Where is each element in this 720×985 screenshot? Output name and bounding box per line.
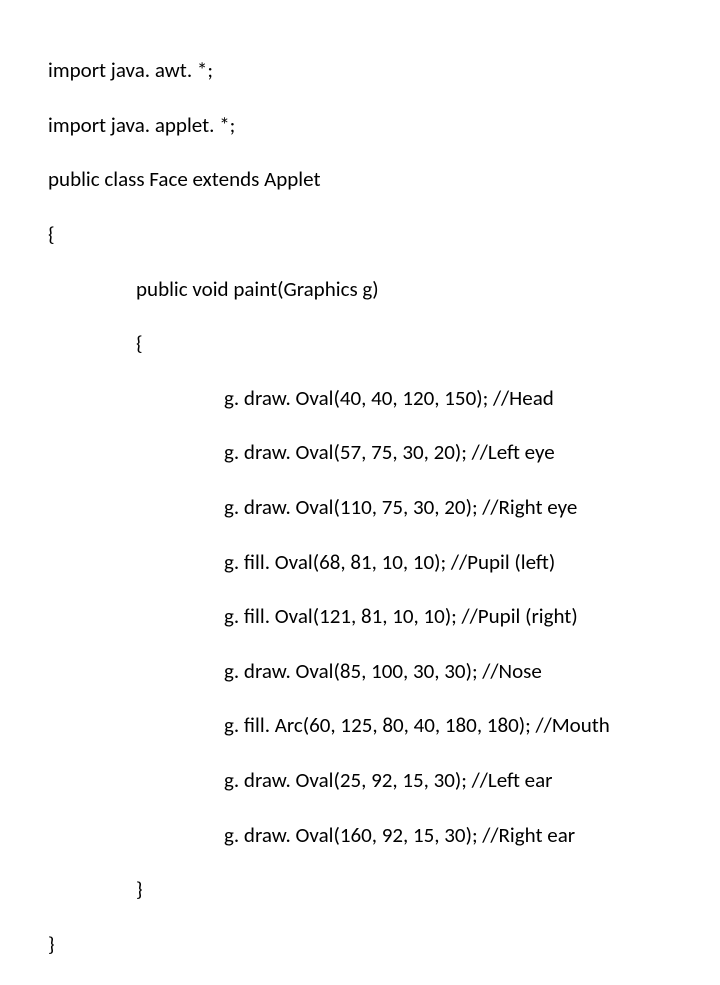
code-line: } (48, 876, 720, 903)
code-line: g. draw. Oval(57, 75, 30, 20); //Left ey… (48, 439, 720, 466)
code-line: } (48, 931, 720, 958)
code-line: public class Face extends Applet (48, 166, 720, 193)
code-slide: import java. awt. *; import java. applet… (0, 0, 720, 985)
code-line: g. draw. Oval(85, 100, 30, 30); //Nose (48, 658, 720, 685)
code-line: g. fill. Arc(60, 125, 80, 40, 180, 180);… (48, 712, 720, 739)
code-line: import java. applet. *; (48, 112, 720, 139)
code-line: g. fill. Oval(121, 81, 10, 10); //Pupil … (48, 603, 720, 630)
code-line: g. draw. Oval(110, 75, 30, 20); //Right … (48, 494, 720, 521)
code-line: { (48, 330, 720, 357)
code-line: { (48, 221, 720, 248)
code-line: g. draw. Oval(160, 92, 15, 30); //Right … (48, 822, 720, 849)
code-line: g. draw. Oval(40, 40, 120, 150); //Head (48, 385, 720, 412)
code-line: g. fill. Oval(68, 81, 10, 10); //Pupil (… (48, 549, 720, 576)
code-line: public void paint(Graphics g) (48, 276, 720, 303)
code-line: g. draw. Oval(25, 92, 15, 30); //Left ea… (48, 767, 720, 794)
code-line: import java. awt. *; (48, 57, 720, 84)
